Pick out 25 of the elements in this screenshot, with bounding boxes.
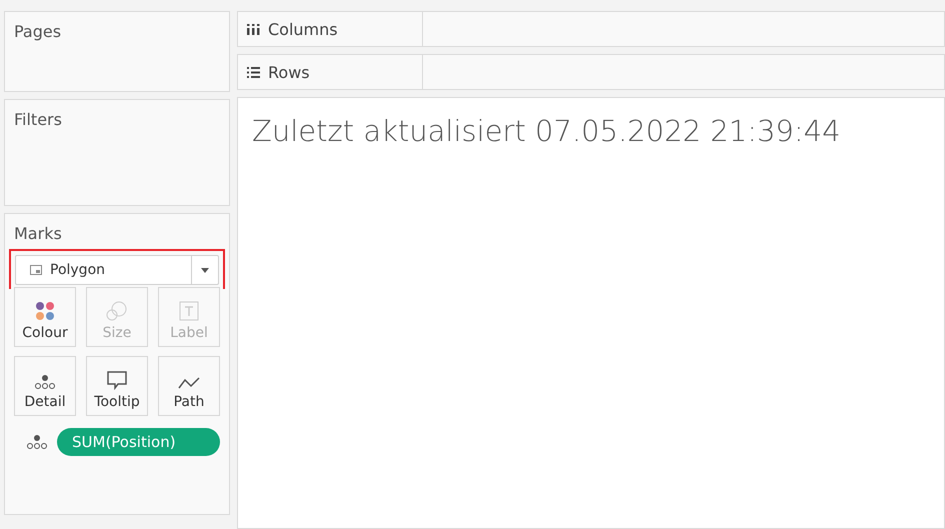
dots-icon	[26, 434, 48, 450]
tooltip-button[interactable]: Tooltip	[86, 356, 148, 416]
columns-shelf[interactable]: Columns	[237, 11, 945, 47]
mark-type-dropdown[interactable]: Polygon	[15, 255, 219, 285]
line-path-icon	[178, 376, 200, 390]
path-button[interactable]: Path	[158, 356, 220, 416]
caret-icon	[201, 268, 209, 272]
colour-button[interactable]: Colour	[14, 287, 76, 347]
detail-button[interactable]: Detail	[14, 356, 76, 416]
view-title: Zuletzt aktualisiert 07.05.2022 21:39:44	[252, 114, 841, 148]
speech-bubble-icon	[106, 370, 128, 390]
card-title: Pages	[14, 22, 62, 41]
shelf-label: Columns	[268, 20, 338, 38]
card-title: Marks	[14, 224, 63, 243]
dropdown-value: Polygon	[50, 262, 106, 278]
rows-icon	[247, 66, 260, 78]
circles-icon	[106, 301, 128, 321]
color-dots-icon	[35, 301, 55, 321]
dots-icon	[34, 374, 56, 390]
polygon-mark-icon	[30, 265, 42, 275]
shelf-label: Rows	[268, 62, 310, 82]
columns-icon	[247, 24, 260, 34]
rows-shelf[interactable]: Rows	[237, 54, 945, 90]
text-icon	[179, 301, 199, 321]
card-title: Filters	[14, 110, 63, 129]
